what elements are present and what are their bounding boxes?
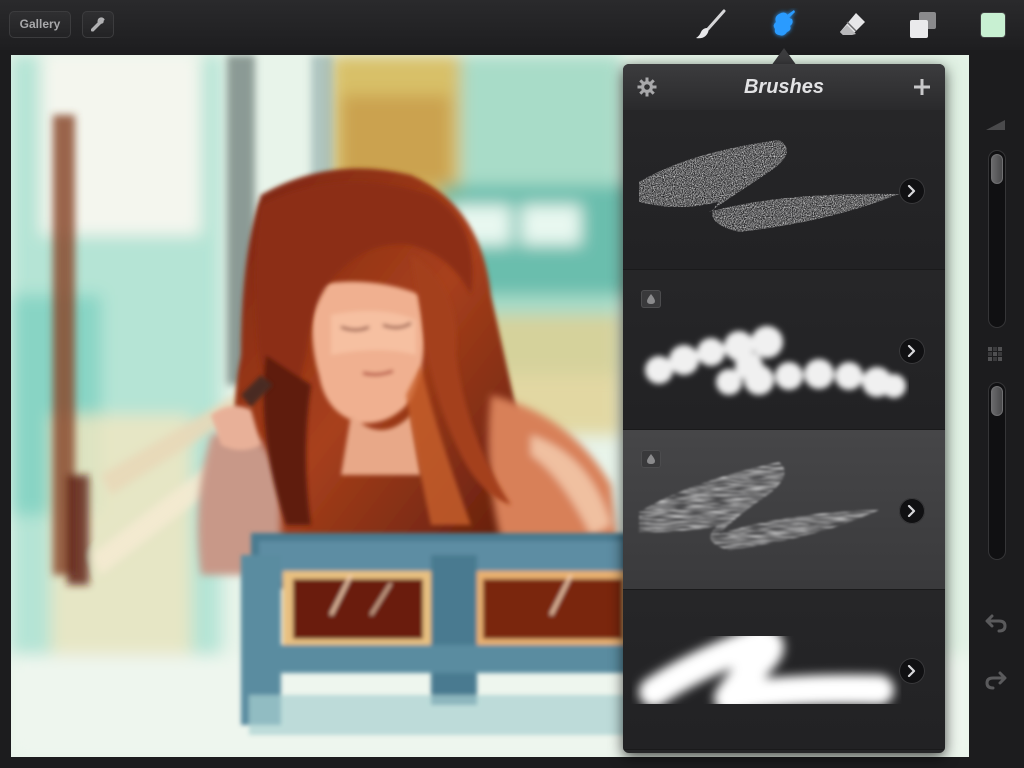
brushes-popover: Brushes bbox=[623, 64, 945, 753]
brush-stroke-preview bbox=[645, 326, 906, 398]
opacity-slider-knob[interactable] bbox=[991, 386, 1003, 416]
popover-header: Brushes bbox=[623, 64, 945, 111]
eraser-icon bbox=[840, 13, 865, 35]
paint-tool-button[interactable] bbox=[694, 8, 728, 42]
chevron-right-icon bbox=[907, 185, 916, 197]
brush-settings-button[interactable] bbox=[899, 498, 925, 524]
chevron-right-icon bbox=[907, 505, 916, 517]
brush-item[interactable] bbox=[623, 590, 945, 750]
chevron-right-icon bbox=[907, 665, 916, 677]
brush-item-selected[interactable] bbox=[623, 430, 945, 590]
brush-settings-button[interactable] bbox=[899, 338, 925, 364]
gallery-button[interactable]: Gallery bbox=[9, 11, 71, 38]
brush-stroke-preview bbox=[639, 627, 894, 713]
brush-icon bbox=[696, 9, 726, 39]
brush-stroke-preview bbox=[639, 462, 879, 550]
top-toolbar: Gallery bbox=[0, 0, 1024, 50]
popover-arrow bbox=[771, 48, 797, 66]
gear-icon[interactable] bbox=[637, 77, 657, 97]
brush-stroke-preview bbox=[639, 140, 899, 232]
layers-icon bbox=[910, 12, 936, 38]
chevron-right-icon bbox=[907, 345, 916, 357]
brush-settings-button[interactable] bbox=[899, 658, 925, 684]
undo-icon[interactable] bbox=[985, 613, 1007, 633]
opacity-slider[interactable] bbox=[988, 382, 1006, 560]
wrench-icon bbox=[91, 17, 105, 32]
brush-settings-button[interactable] bbox=[899, 178, 925, 204]
brush-size-slider-knob[interactable] bbox=[991, 154, 1003, 184]
smudge-tool-button[interactable] bbox=[767, 8, 801, 42]
layers-tool-button[interactable] bbox=[906, 8, 940, 42]
size-indicator-icon bbox=[986, 120, 1005, 130]
plus-icon[interactable] bbox=[912, 77, 932, 97]
brush-size-slider[interactable] bbox=[988, 150, 1006, 328]
smudge-icon bbox=[773, 10, 795, 36]
actions-button[interactable] bbox=[82, 11, 114, 38]
brush-item[interactable] bbox=[623, 270, 945, 430]
brush-list bbox=[623, 110, 945, 750]
redo-icon[interactable] bbox=[985, 670, 1007, 690]
modify-button-icon[interactable] bbox=[987, 346, 1003, 362]
color-swatch[interactable] bbox=[981, 13, 1005, 37]
popover-title: Brushes bbox=[743, 76, 825, 98]
brush-item[interactable] bbox=[623, 110, 945, 270]
erase-tool-button[interactable] bbox=[836, 8, 870, 42]
